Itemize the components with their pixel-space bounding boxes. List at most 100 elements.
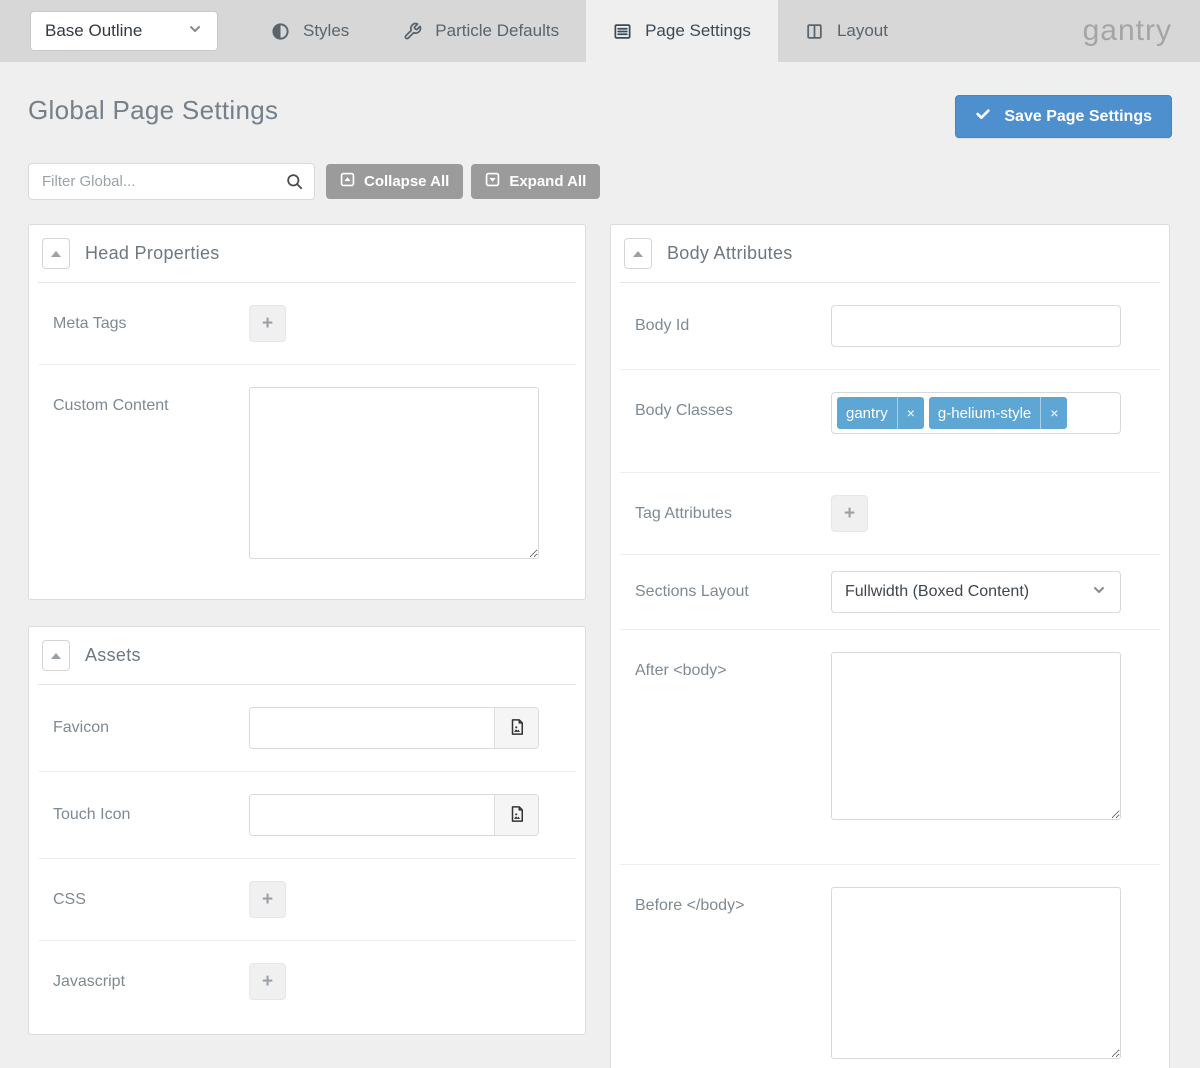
caret-up-icon [633,251,643,257]
body-classes-input[interactable]: gantry × g-helium-style × [831,392,1121,434]
toolbar: Collapse All Expand All [28,163,1172,200]
touch-icon-input[interactable] [250,795,494,835]
field-label: Meta Tags [53,315,249,333]
favicon-input-group [249,707,539,749]
tab-label: Particle Defaults [435,21,559,41]
favicon-image-picker-button[interactable] [494,708,538,748]
field-meta-tags: Meta Tags + [38,283,576,364]
plus-icon: + [262,972,273,991]
before-body-textarea[interactable] [831,887,1121,1059]
body-id-input[interactable] [831,305,1121,347]
touch-icon-image-picker-button[interactable] [494,795,538,835]
panel-title: Assets [85,645,141,666]
field-custom-content: Custom Content [38,364,576,587]
class-tag: gantry × [837,397,924,429]
outline-selector-value: Base Outline [45,21,142,41]
panel-head-properties: Head Properties Meta Tags + Custom Conte… [28,224,586,600]
field-touch-icon: Touch Icon [38,771,576,858]
save-page-settings-button[interactable]: Save Page Settings [955,95,1172,138]
field-label: Body Id [635,317,831,335]
panel-title: Head Properties [85,243,220,264]
caret-up-icon [51,653,61,659]
field-label: Favicon [53,719,249,737]
top-navbar: Base Outline Styles Particle Defaults Pa… [0,0,1200,62]
add-javascript-button[interactable]: + [249,963,286,1000]
panel-head-properties-header: Head Properties [38,225,576,283]
wrench-icon [403,22,422,41]
left-column: Head Properties Meta Tags + Custom Conte… [28,224,586,1035]
chevron-down-icon [187,21,203,42]
class-tag: g-helium-style × [929,397,1068,429]
tab-label: Styles [303,21,349,41]
remove-tag-button[interactable]: × [1040,397,1067,429]
field-body-classes: Body Classes gantry × g-helium-style × [620,369,1160,472]
field-body-id: Body Id [620,283,1160,369]
touch-icon-input-group [249,794,539,836]
filter-field-wrap [28,163,315,200]
field-label: CSS [53,891,249,909]
collapse-all-button[interactable]: Collapse All [326,164,463,199]
field-sections-layout: Sections Layout Fullwidth (Boxed Content… [620,554,1160,629]
field-tag-attributes: Tag Attributes + [620,472,1160,554]
add-css-button[interactable]: + [249,881,286,918]
check-icon [975,106,991,127]
panel-assets-header: Assets [38,627,576,685]
field-javascript: Javascript + [38,940,576,1022]
gantry-logo: gantry [1083,14,1172,48]
collapse-toggle-button[interactable] [624,238,652,269]
field-label: Tag Attributes [635,505,831,523]
right-column: Body Attributes Body Id Body Classes gan… [610,224,1170,1068]
panel-title: Body Attributes [667,243,793,264]
tab-particle-defaults[interactable]: Particle Defaults [376,0,586,62]
filter-input[interactable] [28,163,315,200]
field-label: Sections Layout [635,583,831,601]
tab-layout[interactable]: Layout [778,0,915,62]
field-label: Custom Content [53,387,249,415]
after-body-textarea[interactable] [831,652,1121,820]
field-favicon: Favicon [38,685,576,771]
caret-square-down-icon [485,172,500,191]
caret-up-icon [51,251,61,257]
save-button-label: Save Page Settings [1004,108,1152,126]
custom-content-textarea[interactable] [249,387,539,559]
collapse-toggle-button[interactable] [42,238,70,269]
plus-icon: + [844,504,855,523]
tab-page-settings[interactable]: Page Settings [586,0,778,62]
add-meta-tag-button[interactable]: + [249,305,286,342]
panel-body-attributes: Body Attributes Body Id Body Classes gan… [610,224,1170,1068]
outline-selector[interactable]: Base Outline [30,11,218,51]
favicon-input[interactable] [250,708,494,748]
sections-layout-value: Fullwidth (Boxed Content) [845,583,1029,601]
panel-assets: Assets Favicon Touch Icon [28,626,586,1035]
settings-columns: Head Properties Meta Tags + Custom Conte… [28,224,1172,1068]
collapse-toggle-button[interactable] [42,640,70,671]
plus-icon: + [262,890,273,909]
field-before-body: Before </body> [620,864,1160,1068]
nav-tabs: Styles Particle Defaults Page Settings L… [244,0,915,62]
newspaper-icon [613,22,632,41]
sections-layout-select[interactable]: Fullwidth (Boxed Content) [831,571,1121,613]
field-css: CSS + [38,858,576,940]
field-label: Touch Icon [53,806,249,824]
field-label: Before </body> [635,887,831,915]
remove-tag-button[interactable]: × [897,397,924,429]
page-header: Global Page Settings Save Page Settings [28,95,1172,138]
field-label: After <body> [635,652,831,680]
tag-text: g-helium-style [929,405,1040,422]
field-label: Javascript [53,973,249,991]
columns-icon [805,22,824,41]
collapse-all-label: Collapse All [364,173,449,190]
search-icon [285,172,304,196]
plus-icon: + [262,314,273,333]
chevron-down-icon [1091,582,1107,603]
expand-all-button[interactable]: Expand All [471,164,600,199]
add-tag-attribute-button[interactable]: + [831,495,868,532]
file-image-icon [508,805,526,826]
caret-square-up-icon [340,172,355,191]
field-after-body: After <body> [620,629,1160,864]
tab-styles[interactable]: Styles [244,0,376,62]
expand-all-label: Expand All [509,173,586,190]
field-label: Body Classes [635,392,831,420]
tab-label: Layout [837,21,888,41]
page-title: Global Page Settings [28,95,278,126]
